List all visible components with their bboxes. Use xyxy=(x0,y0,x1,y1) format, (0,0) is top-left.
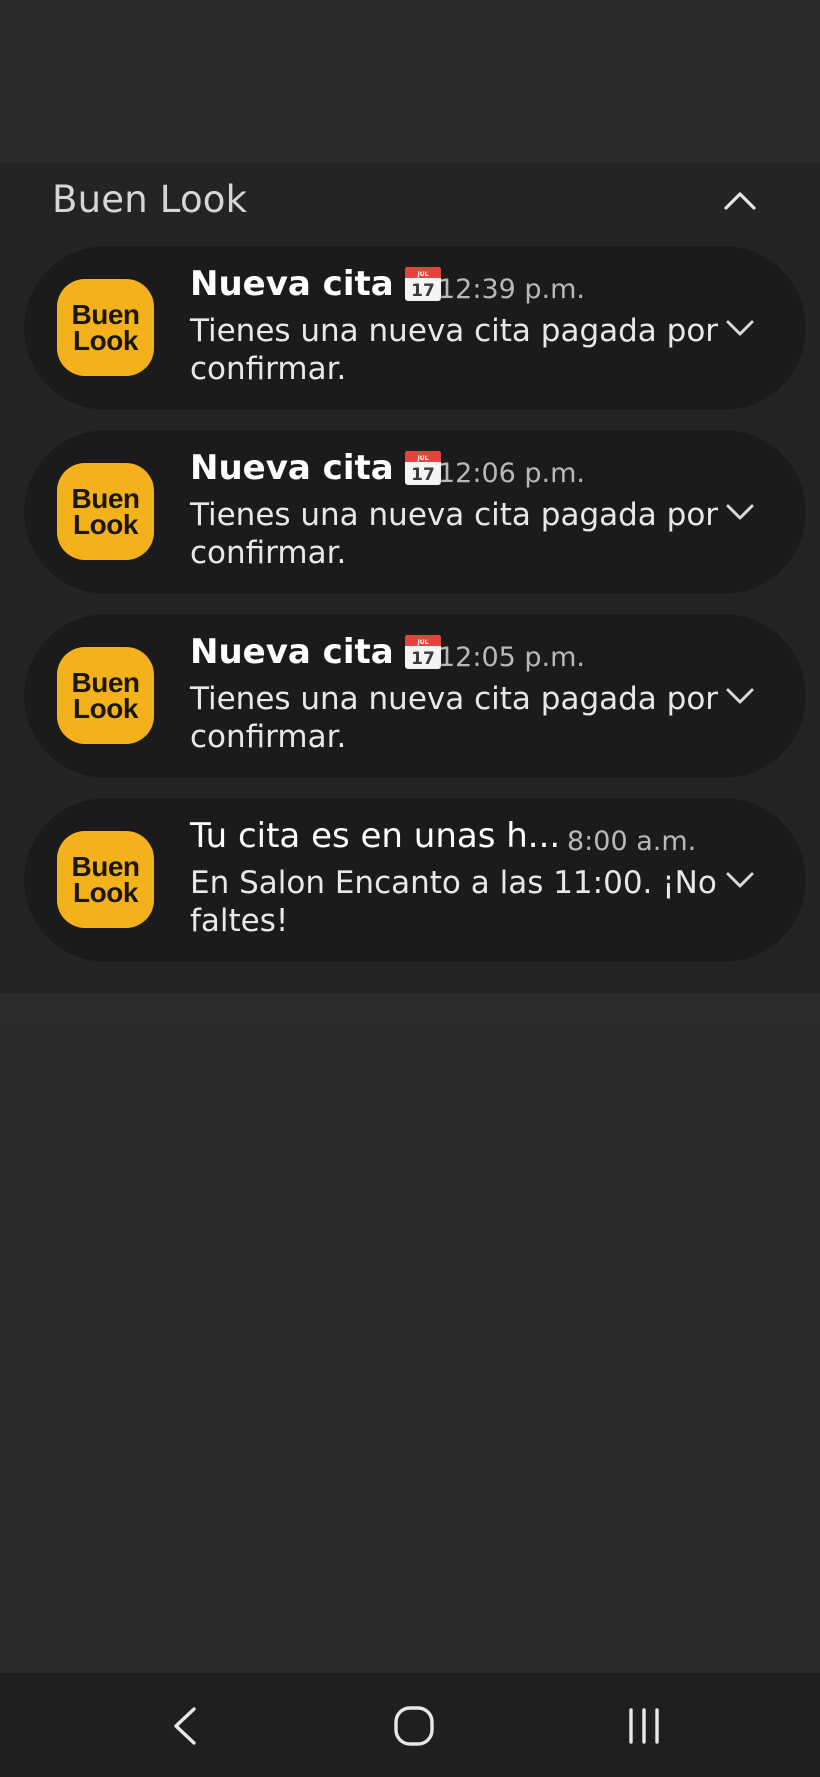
notification-title: Nueva cita JUL 17 xyxy=(190,264,442,304)
chevron-down-icon xyxy=(726,872,754,888)
notification-shade: Buen Look Buen Look Nueva cita JUL 17 12… xyxy=(0,0,820,1777)
notification-card-3[interactable]: Buen Look Nueva cita JUL 17 12:05 p.m. T… xyxy=(24,614,806,778)
notification-card-4[interactable]: Buen Look Tu cita es en unas h... 8:00 a… xyxy=(24,798,806,962)
notification-time: 12:39 p.m. xyxy=(438,274,585,305)
notification-time: 12:06 p.m. xyxy=(438,458,585,489)
notification-body: Tienes una nueva cita pagada por confirm… xyxy=(190,681,719,755)
buen-look-app-icon: Buen Look xyxy=(57,463,154,560)
app-icon-text-bottom: Look xyxy=(73,324,138,356)
notification-card-2[interactable]: Buen Look Nueva cita JUL 17 12:06 p.m. T… xyxy=(24,430,806,594)
svg-text:JUL: JUL xyxy=(416,455,428,462)
app-icon-text-bottom: Look xyxy=(73,508,138,540)
chevron-down-icon xyxy=(726,320,754,336)
svg-text:JUL: JUL xyxy=(416,639,428,646)
buen-look-app-icon: Buen Look xyxy=(57,647,154,744)
buen-look-app-icon: Buen Look xyxy=(57,279,154,376)
notification-title-text: Nueva cita xyxy=(190,264,394,304)
home-button[interactable] xyxy=(379,1691,449,1761)
recent-apps-icon xyxy=(629,1708,659,1744)
notification-body: En Salon Encanto a las 11:00. ¡No faltes… xyxy=(190,865,717,939)
recent-apps-button[interactable] xyxy=(609,1691,679,1761)
notification-title-text: Nueva cita xyxy=(190,448,394,488)
expand-notification-button[interactable] xyxy=(722,494,758,530)
blurred-background xyxy=(0,0,820,163)
calendar-icon: JUL 17 xyxy=(404,267,441,301)
notification-body: Tienes una nueva cita pagada por confirm… xyxy=(190,497,719,571)
app-icon-text-bottom: Look xyxy=(73,876,138,908)
svg-text:17: 17 xyxy=(411,465,435,485)
app-icon-text-bottom: Look xyxy=(73,692,138,724)
calendar-icon: JUL 17 xyxy=(404,635,441,669)
buen-look-app-icon: Buen Look xyxy=(57,831,154,928)
back-button[interactable] xyxy=(150,1691,220,1761)
notification-card-1[interactable]: Buen Look Nueva cita JUL 17 12:39 p.m. T… xyxy=(24,246,806,410)
home-icon xyxy=(394,1706,434,1746)
notification-group-title: Buen Look xyxy=(52,178,248,221)
notification-time: 8:00 a.m. xyxy=(567,826,697,857)
app-icon-text-top: Buen xyxy=(71,298,141,330)
notification-title-text: Nueva cita xyxy=(190,632,394,672)
back-icon xyxy=(174,1707,196,1745)
notification-title: Nueva cita JUL 17 xyxy=(190,448,442,488)
notification-time: 12:05 p.m. xyxy=(438,642,585,673)
chevron-down-icon xyxy=(726,504,754,520)
svg-text:JUL: JUL xyxy=(416,271,428,278)
expand-notification-button[interactable] xyxy=(722,862,758,898)
calendar-icon: JUL 17 xyxy=(404,451,441,485)
notification-body: Tienes una nueva cita pagada por confirm… xyxy=(190,313,719,387)
notification-title-text: Tu cita es en unas h... xyxy=(190,816,561,856)
app-icon-text-top: Buen xyxy=(71,666,141,698)
app-icon-text-top: Buen xyxy=(71,482,141,514)
chevron-down-icon xyxy=(726,688,754,704)
notification-title: Nueva cita JUL 17 xyxy=(190,632,442,672)
expand-notification-button[interactable] xyxy=(722,678,758,714)
app-icon-text-top: Buen xyxy=(71,850,141,882)
notification-title: Tu cita es en unas h... xyxy=(190,816,560,856)
collapse-group-button[interactable] xyxy=(718,178,762,222)
svg-text:17: 17 xyxy=(411,649,435,669)
svg-text:17: 17 xyxy=(411,281,435,301)
expand-notification-button[interactable] xyxy=(722,310,758,346)
system-navigation-bar xyxy=(0,1673,820,1777)
chevron-up-icon xyxy=(724,192,756,210)
